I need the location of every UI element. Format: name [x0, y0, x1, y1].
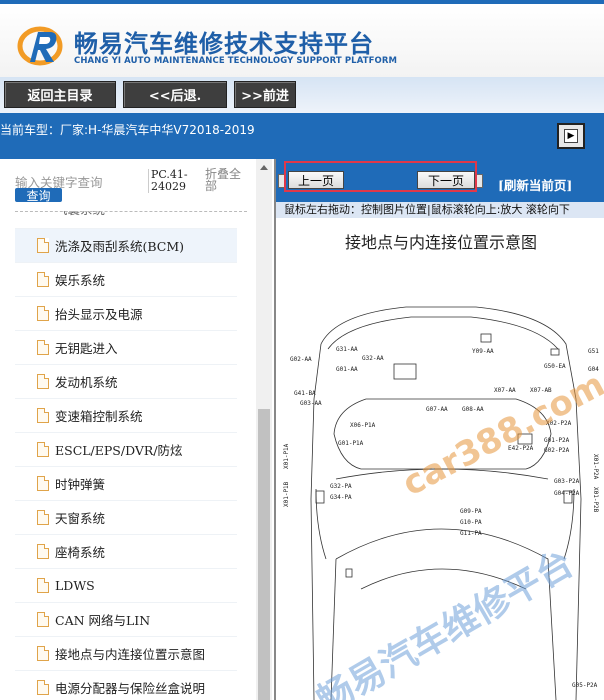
label: X01-P2A	[592, 454, 599, 480]
document-icon	[37, 645, 49, 661]
label: G41-BA	[294, 390, 316, 397]
platform-subtitle: CHANG YI AUTO MAINTENANCE TECHNOLOGY SUP…	[74, 56, 398, 66]
nav-bar: 返回主目录 <<后退. >>前进	[0, 77, 604, 113]
document-icon	[37, 339, 49, 355]
document-icon	[37, 441, 49, 457]
arrow-right-icon: ▶	[564, 129, 578, 143]
label: G34-PA	[330, 494, 352, 501]
document-icon	[37, 679, 49, 695]
document-icon	[37, 407, 49, 423]
label: E42-P2A	[508, 445, 534, 452]
document-code: PC.41-24029	[148, 169, 194, 193]
label: G09-PA	[460, 508, 482, 515]
sidebar: 气囊系统 洗涤及雨刮系统(BCM) 娱乐系统 抬头显示及电源 无钥匙进入 发动机…	[0, 159, 272, 700]
app-header: 畅易汽车维修技术支持平台 CHANG YI AUTO MAINTENANCE T…	[0, 0, 604, 77]
list-item[interactable]: 洗涤及雨刮系统(BCM)	[15, 229, 237, 263]
label: G07-AA	[426, 406, 448, 413]
label: G01-P2A	[544, 437, 570, 444]
list-item[interactable]: 时钟弹簧	[15, 467, 237, 501]
page-toolbar: 上一页 下一页 [刷新当前页]	[276, 159, 604, 202]
platform-title: 畅易汽车维修技术支持平台	[74, 30, 374, 58]
home-button[interactable]: 返回主目录	[4, 81, 116, 108]
label: X01-P1A	[283, 443, 290, 469]
refresh-page-link[interactable]: [刷新当前页]	[498, 175, 572, 194]
label: X07-AB	[530, 387, 552, 394]
document-icon	[37, 611, 49, 627]
label: G03-AA	[300, 400, 322, 407]
label: G04-P2A	[554, 490, 580, 497]
usage-hint: 鼠标左右拖动：控制图片位置|鼠标滚轮向上:放大 滚轮向下	[276, 202, 604, 218]
list-item[interactable]: 变速箱控制系统	[15, 399, 237, 433]
label: Y09-AA	[472, 348, 494, 355]
list-item[interactable]: 座椅系统	[15, 535, 237, 569]
diagram-title: 接地点与内连接位置示意图	[344, 233, 537, 252]
collapse-all-link[interactable]: 折叠全部	[205, 168, 249, 192]
current-vehicle: 当前车型：厂家:H-华晨汽车中华V72018-2019	[0, 123, 255, 137]
label: G05-P2A	[572, 682, 598, 689]
label: G31-AA	[336, 346, 358, 353]
list-item[interactable]: 接地点与内连接位置示意图	[15, 637, 237, 671]
label: G01-AA	[336, 366, 358, 373]
document-icon	[37, 543, 49, 559]
label: X01-P2B	[592, 487, 599, 513]
highlight-box	[284, 161, 477, 192]
document-icon	[37, 271, 49, 287]
search-area: 输入关键字查询 查询 PC.41-24029 折叠全部	[0, 159, 256, 212]
diagram-labels: Y09-AA G31-AA G32-AA G01-AA G02-AA G41-B…	[283, 346, 599, 689]
back-button[interactable]: <<后退.	[123, 81, 227, 108]
label: G02-P2A	[544, 447, 570, 454]
label: G01-P1A	[338, 440, 364, 447]
list-item[interactable]: 娱乐系统	[15, 263, 237, 297]
label: G03-P2A	[554, 478, 580, 485]
forward-button[interactable]: >>前进	[234, 81, 296, 108]
list-item[interactable]: 抬头显示及电源	[15, 297, 237, 331]
label: G10-PA	[460, 519, 482, 526]
label: X02-P2A	[546, 420, 572, 427]
brand-logo-icon	[17, 26, 63, 66]
list-item[interactable]: ESCL/EPS/DVR/防炫	[15, 433, 237, 467]
list-item[interactable]: 无钥匙进入	[15, 331, 237, 365]
diagram-pane: 上一页 下一页 [刷新当前页] 鼠标左右拖动：控制图片位置|鼠标滚轮向上:放大 …	[274, 159, 604, 700]
label: G50-EA	[544, 363, 566, 370]
label: G02-AA	[290, 356, 312, 363]
label: G32-AA	[362, 355, 384, 362]
label: G11-PA	[460, 530, 482, 537]
scroll-thumb[interactable]	[258, 409, 270, 700]
label: G32-PA	[330, 483, 352, 490]
scroll-up-arrow-icon[interactable]	[256, 159, 272, 175]
list-item[interactable]: 天窗系统	[15, 501, 237, 535]
list-item[interactable]: CAN 网络与LIN	[15, 603, 237, 637]
label: G08-AA	[462, 406, 484, 413]
label: G51	[588, 348, 599, 355]
vehicle-bar: 当前车型：厂家:H-华晨汽车中华V72018-2019 ▶	[0, 113, 604, 159]
list-item[interactable]: 电源分配器与保险丝盒说明	[15, 671, 237, 700]
sidebar-scrollbar[interactable]	[256, 159, 272, 700]
document-icon	[37, 509, 49, 525]
document-icon	[37, 577, 49, 593]
list-item[interactable]: 发动机系统	[15, 365, 237, 399]
label: X06-P1A	[350, 422, 376, 429]
document-icon	[37, 237, 49, 253]
label: X01-P1B	[283, 481, 290, 507]
toggle-panel-button[interactable]: ▶	[557, 123, 585, 149]
document-icon	[37, 373, 49, 389]
divider	[15, 211, 247, 212]
ground-point-diagram[interactable]: Y09-AA G31-AA G32-AA G01-AA G02-AA G41-B…	[276, 259, 604, 700]
label: X07-AA	[494, 387, 516, 394]
label: G04	[588, 366, 599, 373]
document-icon	[37, 475, 49, 491]
system-list: 气囊系统 洗涤及雨刮系统(BCM) 娱乐系统 抬头显示及电源 无钥匙进入 发动机…	[15, 199, 237, 700]
search-button[interactable]: 查询	[15, 188, 62, 203]
document-icon	[37, 305, 49, 321]
list-item[interactable]: LDWS	[15, 569, 237, 603]
